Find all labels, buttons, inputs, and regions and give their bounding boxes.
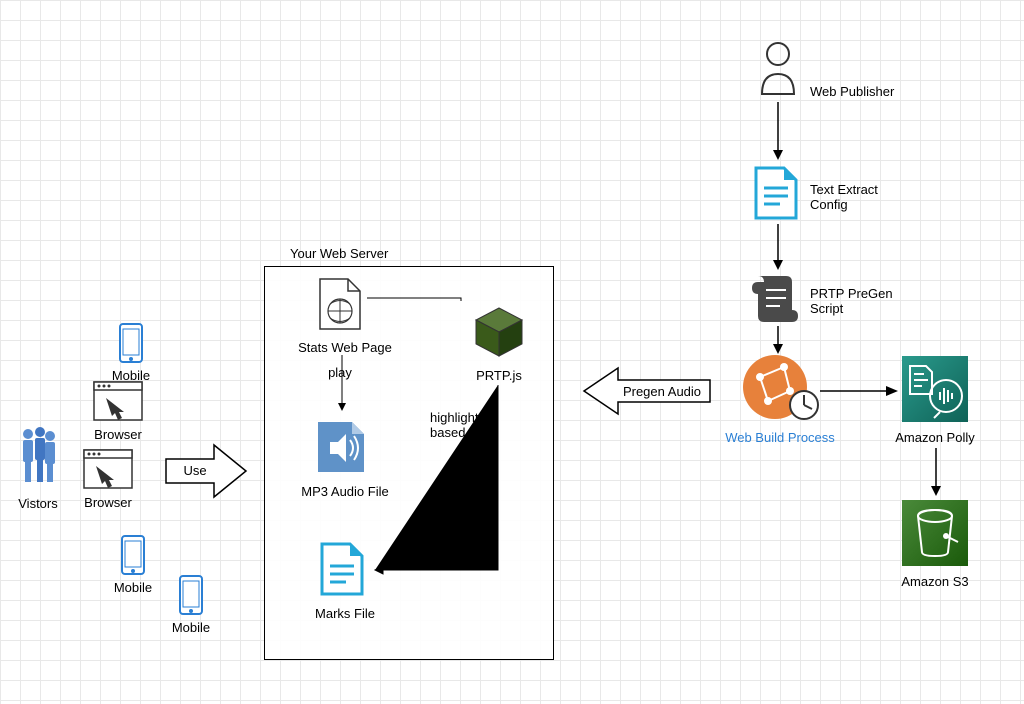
arrow-build-polly	[820, 385, 900, 397]
s3-label: Amazon S3	[895, 574, 975, 589]
play-arrow	[337, 355, 347, 413]
browser-icon-1	[92, 380, 144, 422]
s3-icon	[900, 498, 970, 568]
browser-1-label: Browser	[92, 427, 144, 442]
web-publisher-icon	[756, 40, 800, 100]
marks-file-label: Marks File	[300, 606, 390, 621]
mobile-icon-1	[118, 322, 144, 364]
text-extract-icon	[752, 164, 800, 222]
build-process-label: Web Build Process	[720, 430, 840, 445]
visitors-label: Vistors	[8, 496, 68, 511]
browser-2-label: Browser	[82, 495, 134, 510]
marks-file-icon	[318, 540, 366, 598]
use-arrow-label: Use	[175, 463, 215, 478]
visitors-icon	[16, 426, 62, 488]
web-publisher-label: Web Publisher	[810, 84, 910, 99]
arrow-config-script	[772, 224, 784, 272]
prtp-script-icon	[748, 272, 802, 326]
mobile-icon-2	[120, 534, 146, 576]
text-extract-label: Text Extract Config	[810, 182, 900, 212]
play-label: play	[320, 365, 360, 380]
highlight-label: highlight based on	[430, 410, 510, 440]
arrow-pub-config	[772, 102, 784, 162]
mobile-1-label: Mobile	[108, 368, 154, 383]
prtp-script-label: PRTP PreGen Script	[810, 286, 910, 316]
mobile-2-label: Mobile	[110, 580, 156, 595]
browser-icon-2	[82, 448, 134, 490]
arrow-polly-s3	[930, 448, 942, 498]
pregen-arrow-label: Pregen Audio	[617, 384, 707, 399]
stats-page-icon	[316, 275, 364, 333]
build-process-icon	[740, 351, 820, 423]
polly-icon	[900, 354, 970, 424]
polly-label: Amazon Polly	[885, 430, 985, 445]
mp3-icon	[314, 418, 368, 476]
mobile-3-label: Mobile	[168, 620, 214, 635]
web-server-title: Your Web Server	[290, 246, 420, 261]
mobile-icon-3	[178, 574, 204, 616]
